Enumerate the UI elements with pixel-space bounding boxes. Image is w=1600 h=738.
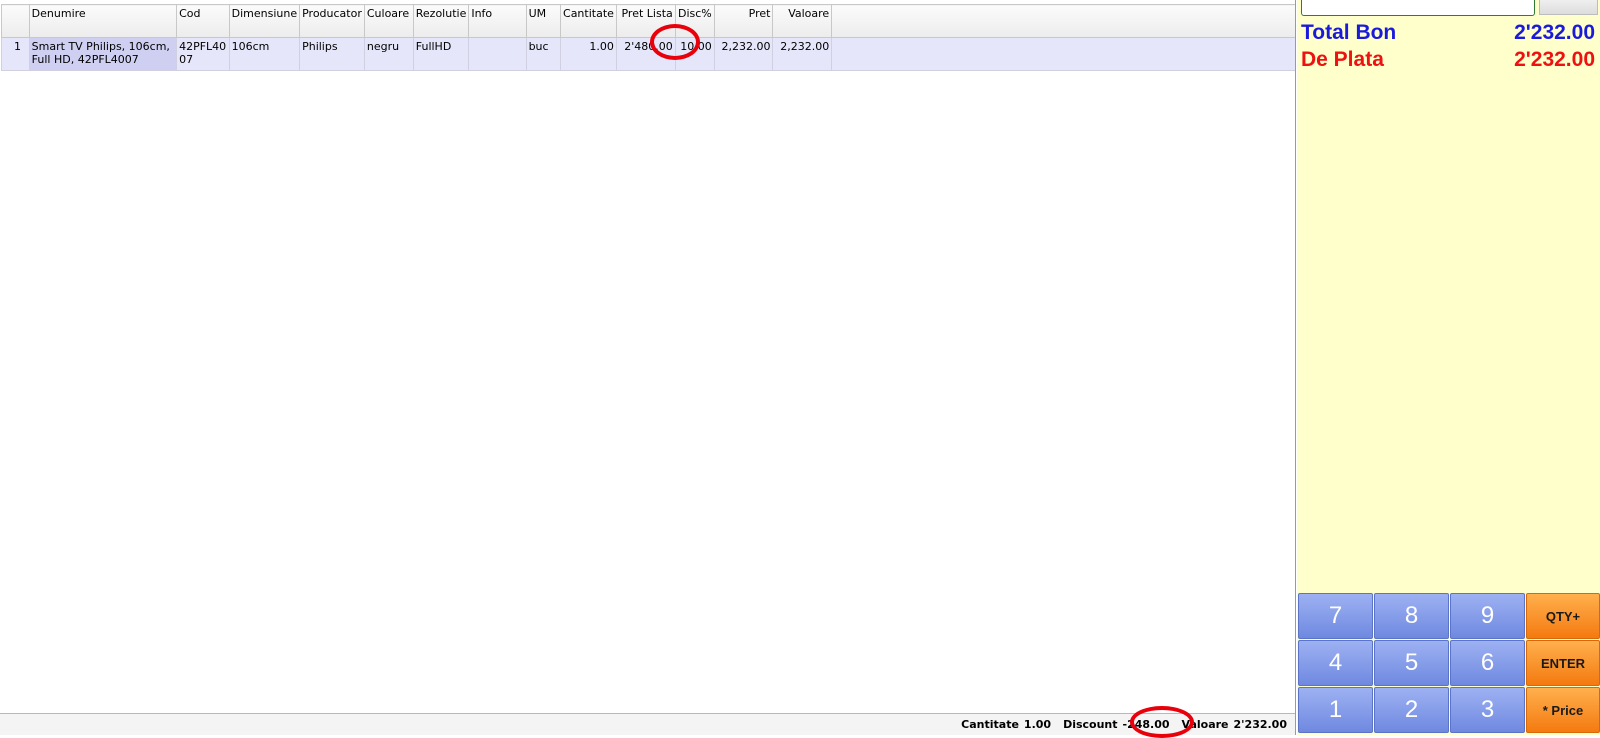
column-header-cod[interactable]: Cod xyxy=(176,4,230,38)
column-header-info[interactable]: Info xyxy=(468,4,527,38)
receipt-items-table: Denumire Cod Dimensiune Producator Culoa… xyxy=(1,4,1295,71)
total-bon-label: Total Bon xyxy=(1301,21,1397,44)
column-header-valoare[interactable]: Valoare xyxy=(772,4,833,38)
column-header-producator[interactable]: Producator xyxy=(299,4,365,38)
numeric-keypad: 7 8 9 QTY+ 4 5 6 ENTER 1 2 3 * Price xyxy=(1298,593,1600,735)
total-bon-value: 2'232.00 xyxy=(1514,21,1595,44)
highlight-circle-discount-total xyxy=(1130,706,1194,738)
de-plata-label: De Plata xyxy=(1301,48,1384,71)
cell-info[interactable] xyxy=(468,37,527,71)
footer-discount-label: Discount xyxy=(1063,718,1118,731)
column-header-denumire[interactable]: Denumire xyxy=(28,4,178,38)
column-header-pret[interactable]: Pret xyxy=(713,4,774,38)
cell-um[interactable]: buc xyxy=(525,37,562,71)
row-filler xyxy=(831,37,1295,71)
column-header-rezolutie[interactable]: Rezolutie xyxy=(412,4,470,38)
cell-valoare[interactable]: 2,232.00 xyxy=(772,37,833,71)
footer-cantitate-value: 1.00 xyxy=(1023,718,1052,731)
totals-footer: Cantitate 1.00 Discount -248.00 Valoare … xyxy=(0,713,1295,735)
cell-dimensiune[interactable]: 106cm xyxy=(228,37,301,71)
column-header-um[interactable]: UM xyxy=(525,4,562,38)
table-header-row: Denumire Cod Dimensiune Producator Culoa… xyxy=(1,4,1295,38)
key-7[interactable]: 7 xyxy=(1298,593,1373,639)
column-header-cantitate[interactable]: Cantitate xyxy=(560,4,617,38)
header-filler xyxy=(831,4,1295,38)
cell-pret[interactable]: 2,232.00 xyxy=(713,37,774,71)
column-header-culoare[interactable]: Culoare xyxy=(363,4,414,38)
key-3[interactable]: 3 xyxy=(1450,687,1525,733)
key-6[interactable]: 6 xyxy=(1450,640,1525,686)
key-8[interactable]: 8 xyxy=(1374,593,1449,639)
row-number-header xyxy=(1,4,30,38)
receipt-grid-area: Denumire Cod Dimensiune Producator Culoa… xyxy=(0,0,1296,738)
cell-row-number: 1 xyxy=(1,37,30,71)
table-row[interactable]: 1 Smart TV Philips, 106cm, Full HD, 42PF… xyxy=(1,37,1295,71)
key-9[interactable]: 9 xyxy=(1450,593,1525,639)
barcode-input[interactable] xyxy=(1301,0,1535,16)
enter-button[interactable]: ENTER xyxy=(1526,640,1600,686)
price-button[interactable]: * Price xyxy=(1526,687,1600,733)
cell-rezolutie[interactable]: FullHD xyxy=(412,37,470,71)
cell-cantitate[interactable]: 1.00 xyxy=(560,37,617,71)
highlight-circle-discount-cell xyxy=(650,24,700,60)
key-5[interactable]: 5 xyxy=(1374,640,1449,686)
barcode-submit-button[interactable] xyxy=(1539,0,1598,15)
footer-valoare-value: 2'232.00 xyxy=(1233,718,1287,731)
key-1[interactable]: 1 xyxy=(1298,687,1373,733)
key-2[interactable]: 2 xyxy=(1374,687,1449,733)
footer-cantitate-label: Cantitate xyxy=(961,718,1019,731)
cell-cod[interactable]: 42PFL4007 xyxy=(176,37,230,71)
column-header-dimensiune[interactable]: Dimensiune xyxy=(228,4,301,38)
cell-denumire[interactable]: Smart TV Philips, 106cm, Full HD, 42PFL4… xyxy=(28,37,178,71)
de-plata-row: De Plata 2'232.00 xyxy=(1301,48,1595,72)
cell-culoare[interactable]: negru xyxy=(363,37,414,71)
total-bon-row: Total Bon 2'232.00 xyxy=(1301,21,1595,45)
totals-panel: Total Bon 2'232.00 De Plata 2'232.00 7 8… xyxy=(1297,0,1600,735)
qty-plus-button[interactable]: QTY+ xyxy=(1526,593,1600,639)
de-plata-value: 2'232.00 xyxy=(1514,48,1595,71)
cell-producator[interactable]: Philips xyxy=(299,37,365,71)
key-4[interactable]: 4 xyxy=(1298,640,1373,686)
